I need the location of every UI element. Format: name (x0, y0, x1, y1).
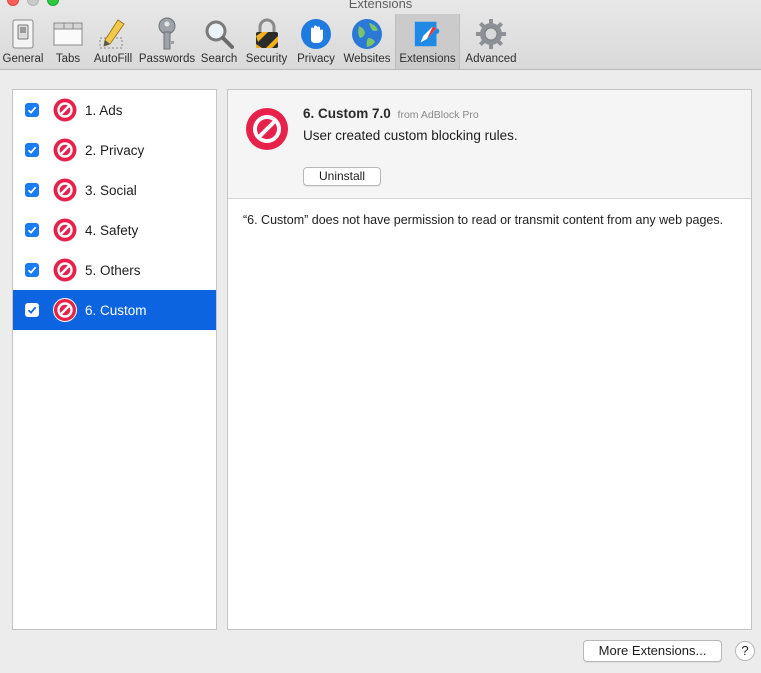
extension-description: User created custom blocking rules. (303, 128, 518, 143)
puzzle-icon (412, 16, 444, 52)
pencil-icon (97, 16, 129, 52)
extension-name: 6. Custom (85, 302, 147, 318)
magnifier-icon (203, 16, 235, 52)
tab-label: AutoFill (93, 53, 133, 65)
tab-label: Websites (343, 53, 391, 65)
tab-label: Search (200, 53, 238, 65)
enable-checkbox[interactable] (25, 263, 39, 277)
tab-extensions[interactable]: Extensions (395, 14, 460, 69)
tab-advanced[interactable]: Advanced (460, 14, 522, 69)
uninstall-button[interactable]: Uninstall (303, 167, 381, 186)
tab-privacy[interactable]: Privacy (293, 14, 339, 69)
tab-websites[interactable]: Websites (339, 14, 395, 69)
permission-text: “6. Custom” does not have permission to … (243, 213, 724, 227)
extension-detail-header: 6. Custom 7.0 from AdBlock Pro User crea… (228, 90, 751, 199)
adblock-icon (53, 218, 77, 242)
preferences-toolbar: Extensions General Tabs AutoFill Passwor… (0, 0, 761, 70)
tab-label: Tabs (55, 53, 81, 65)
tab-label: General (2, 53, 44, 65)
globe-icon (351, 16, 383, 52)
help-button[interactable]: ? (735, 641, 755, 661)
enable-checkbox[interactable] (25, 303, 39, 317)
extension-name: 3. Social (85, 182, 137, 198)
extension-name: 4. Safety (85, 222, 139, 238)
extension-detail-pane: 6. Custom 7.0 from AdBlock Pro User crea… (227, 89, 752, 630)
tab-label: Security (245, 53, 288, 65)
preference-tabs: General Tabs AutoFill Passwords Search S… (0, 14, 522, 70)
gear-icon (475, 16, 507, 52)
list-item[interactable]: 5. Others (13, 250, 216, 290)
tab-general[interactable]: General (0, 14, 46, 69)
extension-title: 6. Custom 7.0 from AdBlock Pro (303, 106, 479, 121)
extension-list: 1. Ads 2. Privacy 3. Social 4. Safety 5.… (12, 89, 217, 630)
tab-autofill[interactable]: AutoFill (90, 14, 136, 69)
extension-name: 1. Ads (85, 102, 123, 118)
adblock-icon (246, 108, 288, 150)
key-icon (151, 16, 183, 52)
enable-checkbox[interactable] (25, 143, 39, 157)
hand-icon (300, 16, 332, 52)
enable-checkbox[interactable] (25, 223, 39, 237)
extension-name: 2. Privacy (85, 142, 145, 158)
window-title: Extensions (348, 0, 413, 11)
tab-security[interactable]: Security (240, 14, 293, 69)
extension-title-text: 6. Custom 7.0 (303, 106, 391, 121)
tab-search[interactable]: Search (198, 14, 240, 69)
extension-developer: from AdBlock Pro (397, 109, 479, 121)
tab-passwords[interactable]: Passwords (136, 14, 198, 69)
lock-icon (251, 16, 283, 52)
enable-checkbox[interactable] (25, 183, 39, 197)
extension-name: 5. Others (85, 262, 141, 278)
more-extensions-button[interactable]: More Extensions... (583, 640, 722, 662)
adblock-icon (53, 178, 77, 202)
tab-label: Passwords (138, 53, 196, 65)
adblock-icon (53, 298, 77, 322)
list-item-selected[interactable]: 6. Custom (13, 290, 216, 330)
tab-label: Privacy (297, 53, 335, 65)
tab-label: Extensions (399, 53, 456, 65)
enable-checkbox[interactable] (25, 103, 39, 117)
tab-label: Advanced (465, 53, 517, 65)
tab-tabs[interactable]: Tabs (46, 14, 90, 69)
list-item[interactable]: 2. Privacy (13, 130, 216, 170)
list-item[interactable]: 4. Safety (13, 210, 216, 250)
list-item[interactable]: 3. Social (13, 170, 216, 210)
adblock-icon (53, 258, 77, 282)
tabs-icon (52, 16, 84, 52)
adblock-icon (53, 98, 77, 122)
list-item[interactable]: 1. Ads (13, 90, 216, 130)
switch-icon (7, 16, 39, 52)
adblock-icon (53, 138, 77, 162)
